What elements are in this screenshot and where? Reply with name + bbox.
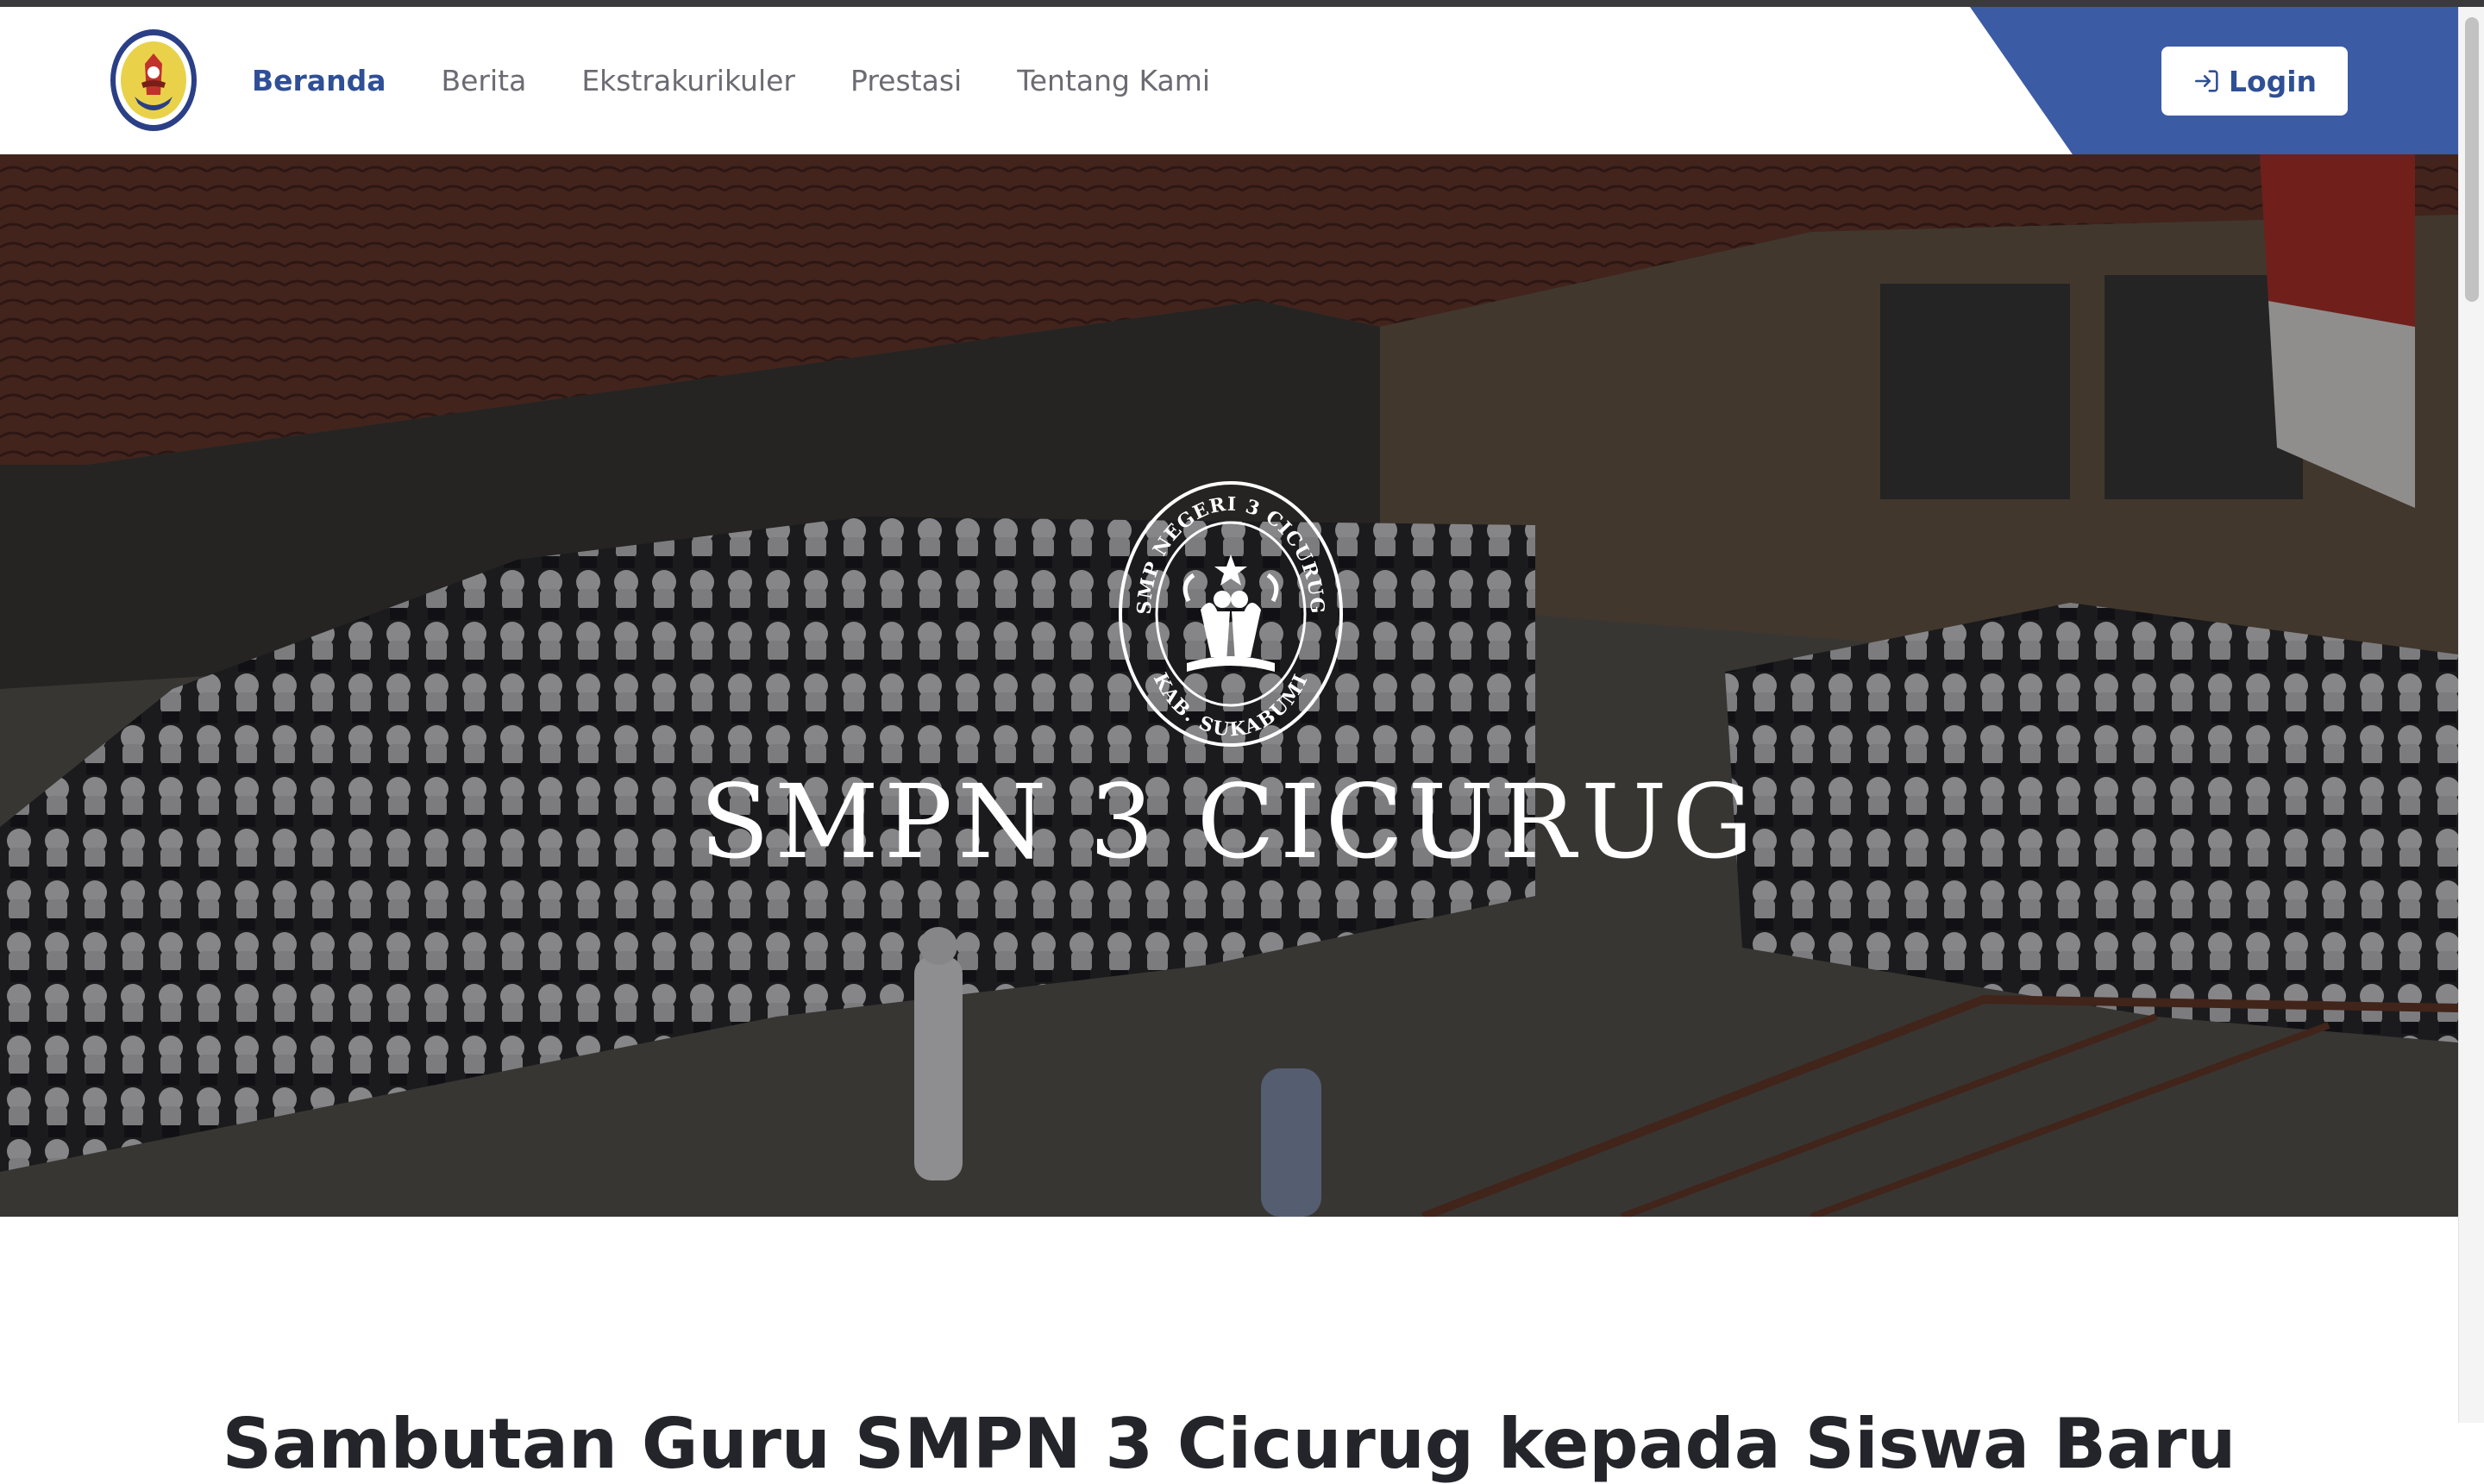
page-scrollbar[interactable] [2458,7,2484,1423]
login-icon [2194,70,2218,92]
login-button[interactable]: Login [2161,47,2348,116]
hero-title: SMPN 3 CICURUG [699,762,1759,881]
nav-item-prestasi[interactable]: Prestasi [850,64,962,97]
school-logo[interactable] [109,28,198,133]
nav-item-ekstrakurikuler[interactable]: Ekstrakurikuler [581,64,795,97]
section-title: Sambutan Guru SMPN 3 Cicurug kepada Sisw… [222,1404,2236,1484]
main-nav: Beranda Berita Ekstrakurikuler Prestasi … [252,7,1265,154]
hero-banner: SMP NEGERI 3 CICURUG KAB. SUKABUMI SMPN … [0,154,2458,1217]
nav-item-berita[interactable]: Berita [441,64,526,97]
scrollbar-thumb[interactable] [2465,17,2479,302]
school-emblem: SMP NEGERI 3 CICURUG KAB. SUKABUMI [1119,481,1343,747]
browser-top-edge [0,0,2484,7]
nav-item-tentang-kami[interactable]: Tentang Kami [1017,64,1210,97]
nav-item-beranda[interactable]: Beranda [252,64,386,97]
login-label: Login [2228,64,2318,98]
